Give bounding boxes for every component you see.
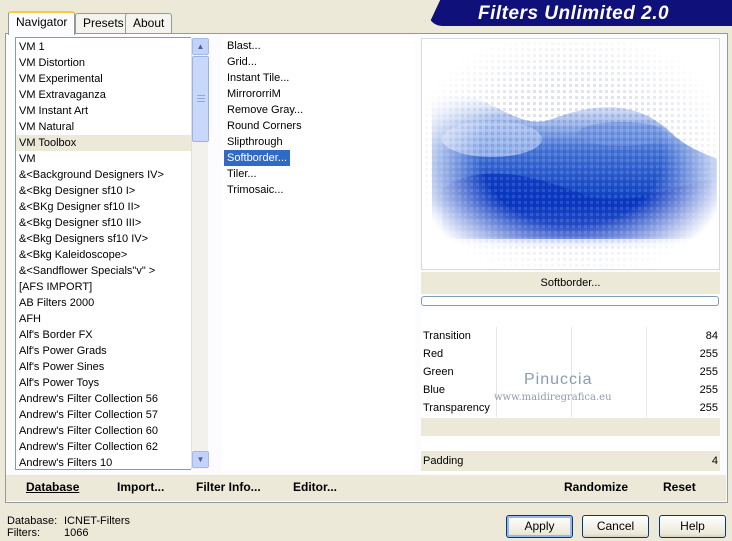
filter-info-button[interactable]: Filter Info... bbox=[196, 480, 261, 494]
category-item[interactable]: Andrew's Filter Collection 56 bbox=[16, 391, 191, 407]
status-database: Database: ICNET-Filters bbox=[7, 515, 130, 527]
category-item[interactable]: [AFS IMPORT] bbox=[16, 279, 191, 295]
filter-item[interactable]: Slipthrough bbox=[224, 134, 283, 150]
category-item[interactable]: &<Bkg Designer sf10 III> bbox=[16, 215, 191, 231]
param-row-red[interactable]: Red 255 bbox=[421, 345, 720, 363]
category-item[interactable]: VM Experimental bbox=[16, 71, 191, 87]
category-item[interactable]: &<Bkg Kaleidoscope> bbox=[16, 247, 191, 263]
watermark-name: Pinuccia bbox=[524, 371, 593, 388]
category-item[interactable]: VM 1 bbox=[16, 39, 191, 55]
category-item[interactable]: &<Sandflower Specials"v" > bbox=[16, 263, 191, 279]
category-item[interactable]: &<Background Designers IV> bbox=[16, 167, 191, 183]
category-item[interactable]: VM Natural bbox=[16, 119, 191, 135]
slider-tick bbox=[646, 327, 647, 345]
slider-tick bbox=[646, 363, 647, 381]
param-label: Red bbox=[423, 348, 444, 360]
param-row-padding[interactable]: Padding 4 bbox=[421, 451, 720, 471]
category-list[interactable]: VM 1 VM Distortion VM Experimental VM Extra… bbox=[15, 37, 191, 470]
param-label: Transparency bbox=[423, 402, 490, 414]
slider-tick bbox=[646, 399, 647, 417]
watermark-url: www.maidiregrafica.eu bbox=[494, 392, 612, 403]
param-value[interactable]: 84 bbox=[706, 327, 718, 345]
param-spacer bbox=[421, 436, 720, 452]
category-item[interactable]: Andrew's Filter Collection 60 bbox=[16, 423, 191, 439]
param-spacer bbox=[421, 418, 720, 436]
param-value[interactable]: 4 bbox=[712, 451, 718, 471]
status-filters-label: Filters: bbox=[7, 527, 40, 539]
category-item[interactable]: VM Toolbox bbox=[16, 135, 191, 151]
category-item[interactable]: Alf's Border FX bbox=[16, 327, 191, 343]
filter-item[interactable]: Softborder... bbox=[224, 150, 290, 166]
progress-bar bbox=[421, 296, 719, 306]
category-item[interactable]: Andrew's Filter Collection 62 bbox=[16, 439, 191, 455]
category-item[interactable]: AFH bbox=[16, 311, 191, 327]
filter-item[interactable]: Blast... bbox=[224, 38, 261, 54]
param-value[interactable]: 255 bbox=[700, 399, 718, 417]
slider-tick bbox=[571, 327, 572, 345]
param-value[interactable]: 255 bbox=[700, 363, 718, 381]
slider-tick bbox=[496, 363, 497, 381]
param-value[interactable]: 255 bbox=[700, 381, 718, 399]
editor-button[interactable]: Editor... bbox=[293, 480, 337, 494]
app-title: Filters Unlimited 2.0 bbox=[478, 3, 670, 24]
filter-item[interactable]: Trimosaic... bbox=[224, 182, 283, 198]
filter-item[interactable]: Remove Gray... bbox=[224, 102, 303, 118]
param-label: Transition bbox=[423, 330, 471, 342]
status-filters: Filters: 1066 bbox=[7, 527, 88, 539]
param-row-transition[interactable]: Transition 84 bbox=[421, 327, 720, 345]
tab-presets[interactable]: Presets bbox=[75, 13, 132, 33]
filter-item[interactable]: Tiler... bbox=[224, 166, 257, 182]
category-item[interactable]: VM Extravaganza bbox=[16, 87, 191, 103]
category-item[interactable]: Alf's Power Grads bbox=[16, 343, 191, 359]
category-item[interactable]: VM Distortion bbox=[16, 55, 191, 71]
scroll-up-button[interactable]: ▲ bbox=[192, 38, 209, 55]
filter-item[interactable]: MirrororriM bbox=[224, 86, 281, 102]
category-item[interactable]: Alf's Power Toys bbox=[16, 375, 191, 391]
preview-image bbox=[421, 38, 720, 270]
status-filters-value: 1066 bbox=[64, 527, 89, 539]
category-item[interactable]: &<Bkg Designers sf10 IV> bbox=[16, 231, 191, 247]
category-item[interactable]: Andrew's Filters 10 bbox=[16, 455, 191, 469]
filter-item[interactable]: Instant Tile... bbox=[224, 70, 289, 86]
scroll-down-button[interactable]: ▼ bbox=[192, 451, 209, 468]
category-item[interactable]: AB Filters 2000 bbox=[16, 295, 191, 311]
param-label: Green bbox=[423, 366, 454, 378]
tab-about[interactable]: About bbox=[125, 13, 173, 33]
filter-item[interactable]: Round Corners bbox=[224, 118, 302, 134]
filter-list[interactable]: Blast... Grid... Instant Tile... Mirrororri… bbox=[222, 37, 415, 470]
param-label: Blue bbox=[423, 384, 446, 396]
slider-tick bbox=[571, 345, 572, 363]
tab-navigator[interactable]: Navigator bbox=[8, 11, 76, 35]
database-button[interactable]: Database bbox=[26, 480, 79, 494]
category-item[interactable]: VM Instant Art bbox=[16, 103, 191, 119]
status-database-value: ICNET-Filters bbox=[64, 515, 130, 527]
import-button[interactable]: Import... bbox=[117, 480, 164, 494]
apply-button[interactable]: Apply bbox=[506, 515, 573, 538]
param-value[interactable]: 255 bbox=[700, 345, 718, 363]
cancel-button[interactable]: Cancel bbox=[582, 515, 649, 538]
filter-title: Softborder... bbox=[421, 272, 720, 294]
category-item[interactable]: &<BKg Designer sf10 II> bbox=[16, 199, 191, 215]
reset-button[interactable]: Reset bbox=[663, 480, 696, 494]
category-scrollbar[interactable]: ▲ ▼ bbox=[191, 38, 209, 469]
slider-tick bbox=[646, 345, 647, 363]
param-label: Padding bbox=[423, 455, 464, 467]
slider-tick bbox=[496, 345, 497, 363]
scroll-thumb[interactable] bbox=[192, 56, 209, 142]
slider-tick bbox=[646, 381, 647, 399]
category-item[interactable]: &<Bkg Designer sf10 I> bbox=[16, 183, 191, 199]
help-button[interactable]: Help bbox=[659, 515, 726, 538]
slider-tick bbox=[496, 327, 497, 345]
category-item[interactable]: VM bbox=[16, 151, 191, 167]
filter-item[interactable]: Grid... bbox=[224, 54, 257, 70]
status-database-label: Database: bbox=[7, 515, 58, 527]
category-item[interactable]: Alf's Power Sines bbox=[16, 359, 191, 375]
category-item[interactable]: Andrew's Filter Collection 57 bbox=[16, 407, 191, 423]
randomize-button[interactable]: Randomize bbox=[564, 480, 628, 494]
